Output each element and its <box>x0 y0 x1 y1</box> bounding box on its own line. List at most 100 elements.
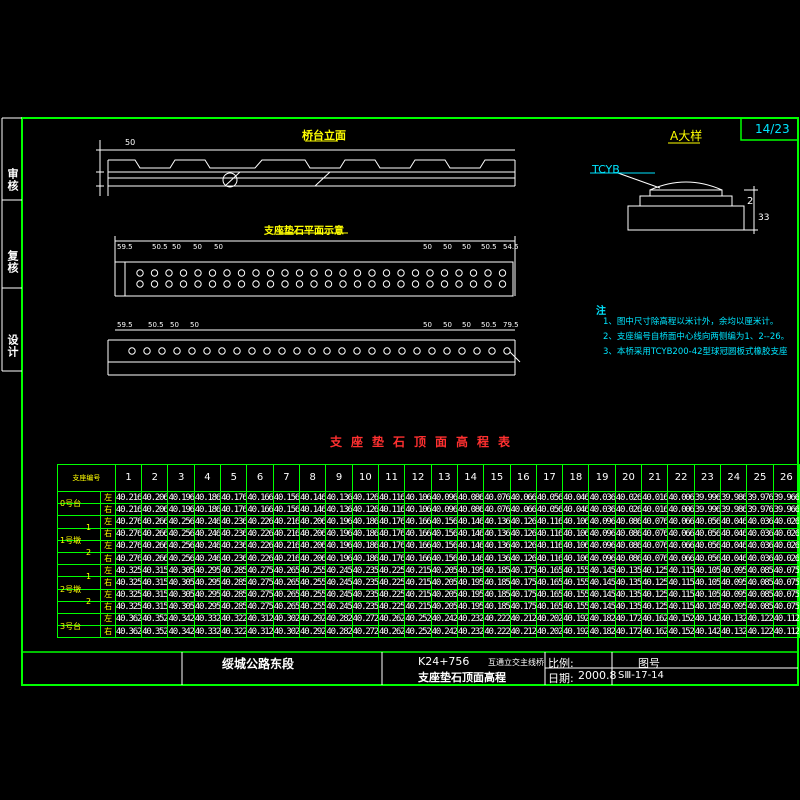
elevation-cell: 40.256 <box>167 527 195 541</box>
elevation-cell: 40.186 <box>351 539 379 553</box>
elevation-cell: 40.236 <box>220 527 248 541</box>
elevation-cell: 40.212 <box>509 612 537 627</box>
table-row: 右 40.216 40.206 40.196 40.186 40.176 40.166 40.… <box>56 503 800 517</box>
elevation-cell: 40.156 <box>430 551 458 566</box>
plan-bottom-bearing-holes <box>128 347 511 355</box>
column-header: 18 <box>562 464 590 492</box>
bearing-hole <box>173 347 181 355</box>
elevation-cell: 40.152 <box>667 625 695 639</box>
elevation-cell: 40.085 <box>746 600 774 614</box>
elevation-cell: 40.075 <box>772 600 800 614</box>
bearing-hole <box>428 347 436 355</box>
row-side-label: 左 <box>100 588 116 602</box>
column-header: 13 <box>430 464 458 492</box>
elevation-cell: 40.206 <box>299 551 327 566</box>
elevation-cell: 40.246 <box>193 539 222 553</box>
elevation-cell: 40.245 <box>325 576 353 590</box>
bearing-hole <box>353 280 362 288</box>
plan-top-dim: 50 <box>214 243 223 251</box>
elevation-cell: 40.125 <box>641 588 669 602</box>
elevation-cell: 40.166 <box>404 539 432 553</box>
bearing-hole <box>413 347 421 355</box>
elevation-cell: 40.126 <box>509 527 537 541</box>
elevation-cell: 39.966 <box>772 490 800 505</box>
elevation-cell: 40.172 <box>614 625 643 639</box>
plan-top-dim: 50.5 <box>481 243 497 251</box>
bearing-hole <box>339 269 347 277</box>
group-cell <box>56 564 102 578</box>
elevation-cell: 40.206 <box>299 527 327 541</box>
plan-bottom-dim: 50.5 <box>481 321 497 329</box>
elevation-cell: 40.096 <box>430 490 458 505</box>
elevation-cell: 40.046 <box>720 551 748 566</box>
column-header: 10 <box>351 464 379 492</box>
elevation-cell: 40.056 <box>535 490 564 505</box>
bearing-hole <box>194 269 202 277</box>
elevation-cell: 40.136 <box>325 490 353 505</box>
column-header: 15 <box>483 464 511 492</box>
elevation-cell: 40.196 <box>167 503 195 517</box>
plan-bottom-dim: 50 <box>443 321 452 329</box>
elevation-cell: 40.285 <box>220 600 248 614</box>
elevation-cell: 40.285 <box>220 588 248 602</box>
elevation-cell: 40.036 <box>746 527 774 541</box>
elevation-cell: 40.195 <box>456 600 485 614</box>
elevation-cell: 40.352 <box>141 612 169 627</box>
elevation-cell: 40.295 <box>193 600 222 614</box>
elevation-cell: 40.165 <box>535 600 564 614</box>
group-cell <box>56 515 102 529</box>
elevation-cell: 40.245 <box>325 588 353 602</box>
bearing-hole <box>295 269 304 277</box>
bearing-hole <box>293 347 301 355</box>
elevation-cell: 40.196 <box>325 539 353 553</box>
elevation-cell: 40.215 <box>404 588 432 602</box>
column-header: 17 <box>535 464 564 492</box>
bearing-hole <box>440 269 449 277</box>
elevation-cell: 40.225 <box>377 588 406 602</box>
bearing-hole <box>266 269 275 277</box>
bearing-hole <box>194 280 202 288</box>
elevation-cell: 40.255 <box>299 600 327 614</box>
elevation-cell: 40.305 <box>167 576 195 590</box>
elevation-cell: 40.122 <box>746 625 774 639</box>
elevation-cell: 40.085 <box>746 576 774 590</box>
table-header-row: 支座编号 1 2 3 4 5 6 7 8 9 10 11 12 13 14 15 16 17 18 19 20 21 22 2… <box>57 464 800 492</box>
bearing-hole <box>188 347 196 355</box>
elevation-cell: 40.066 <box>667 539 695 553</box>
figure-number-label: 图号 <box>638 657 660 670</box>
elevation-cell: 40.162 <box>641 612 669 627</box>
table-row: 左 40.276 40.266 40.256 40.246 40.236 40.226 40.… <box>56 515 800 529</box>
elevation-cell: 40.096 <box>588 539 616 553</box>
table-row: 右 40.325 40.315 40.305 40.295 40.285 40.275 40.… <box>56 600 800 614</box>
plan-bottom-dim: 50.5 <box>148 321 164 329</box>
elevation-cell: 40.185 <box>483 600 511 614</box>
elevation-cell: 40.216 <box>272 515 301 529</box>
elevation-cell: 40.265 <box>272 564 301 578</box>
bearing-hole <box>498 269 507 277</box>
elevation-cell: 40.182 <box>588 625 616 639</box>
elevation-cell: 40.096 <box>430 503 458 517</box>
elevation-cell: 40.146 <box>456 551 485 566</box>
elevation-cell: 40.036 <box>588 503 616 517</box>
elevation-cell: 40.136 <box>483 527 511 541</box>
group-label: 0号台 <box>60 499 82 509</box>
bearing-hole <box>503 347 511 355</box>
elevation-cell: 40.115 <box>667 600 695 614</box>
column-header: 1 <box>114 464 143 492</box>
elevation-cell: 40.142 <box>693 612 722 627</box>
elevation-cell: 40.152 <box>667 612 695 627</box>
drawing-canvas <box>1 117 799 686</box>
date-label: 日期: <box>548 672 574 685</box>
elevation-cell: 40.076 <box>641 539 669 553</box>
elevation-cell: 40.155 <box>562 600 590 614</box>
elevation-cell: 40.255 <box>299 576 327 590</box>
elevation-cell: 39.996 <box>693 503 722 517</box>
subgroup-label: 2 <box>86 547 92 557</box>
column-header: 26 <box>772 464 800 492</box>
elevation-cell: 40.246 <box>193 515 222 529</box>
elevation-cell: 40.305 <box>167 588 195 602</box>
elevation-cell: 40.265 <box>272 600 301 614</box>
row-side-label: 左 <box>100 515 116 529</box>
bearing-hole <box>165 280 173 288</box>
elevation-cell: 40.216 <box>272 551 301 566</box>
